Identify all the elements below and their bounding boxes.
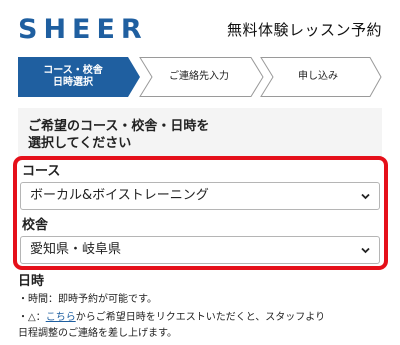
- school-select[interactable]: 愛知県・岐阜県: [20, 236, 380, 264]
- chevron-down-icon: [361, 247, 370, 254]
- note-text: からご希望日時をリクエストいただくと、スタッフより: [75, 312, 326, 323]
- datetime-note-followup: 日程調整のご連絡を差し上げます。: [18, 328, 177, 339]
- step-apply: 申し込み: [260, 57, 382, 97]
- datetime-note-time: ・時間：即時予約が可能です。: [18, 294, 157, 305]
- step-label: 申し込み: [298, 71, 338, 82]
- sheer-logo[interactable]: SHEER: [18, 14, 148, 46]
- datetime-note-request: ・△：こちらからご希望日時をリクエストいただくと、スタッフより: [18, 310, 325, 325]
- note-prefix: ・△：: [18, 312, 46, 323]
- course-select-value: ボーカル&ボイストレーニング: [30, 188, 209, 203]
- step-label: ご連絡先入力: [169, 71, 229, 82]
- step-contact-info: ご連絡先入力: [139, 57, 264, 97]
- booking-page: SHEER 無料体験レッスン予約 コース・校舎 日時選択 ご連絡先入力 申し込み…: [0, 0, 400, 345]
- datetime-heading: 日時: [18, 274, 45, 289]
- instruction-line2: 選択してください: [28, 136, 132, 151]
- step-label-line2: 日時選択: [53, 77, 93, 88]
- instruction-line1: ご希望のコース・校舎・日時を: [28, 119, 210, 134]
- school-select-value: 愛知県・岐阜県: [30, 242, 122, 257]
- page-title: 無料体験レッスン予約: [226, 21, 382, 39]
- course-select[interactable]: ボーカル&ボイストレーニング: [20, 182, 380, 210]
- step-label-line1: コース・校舎: [43, 65, 103, 76]
- school-label: 校舎: [22, 218, 49, 233]
- step-course-datetime: コース・校舎 日時選択: [18, 57, 141, 97]
- course-label: コース: [22, 164, 61, 179]
- request-link[interactable]: こちら: [46, 312, 76, 323]
- chevron-down-icon: [361, 193, 370, 200]
- progress-stepper: コース・校舎 日時選択 ご連絡先入力 申し込み: [18, 57, 382, 97]
- instruction-panel: ご希望のコース・校舎・日時を 選択してください: [18, 108, 382, 158]
